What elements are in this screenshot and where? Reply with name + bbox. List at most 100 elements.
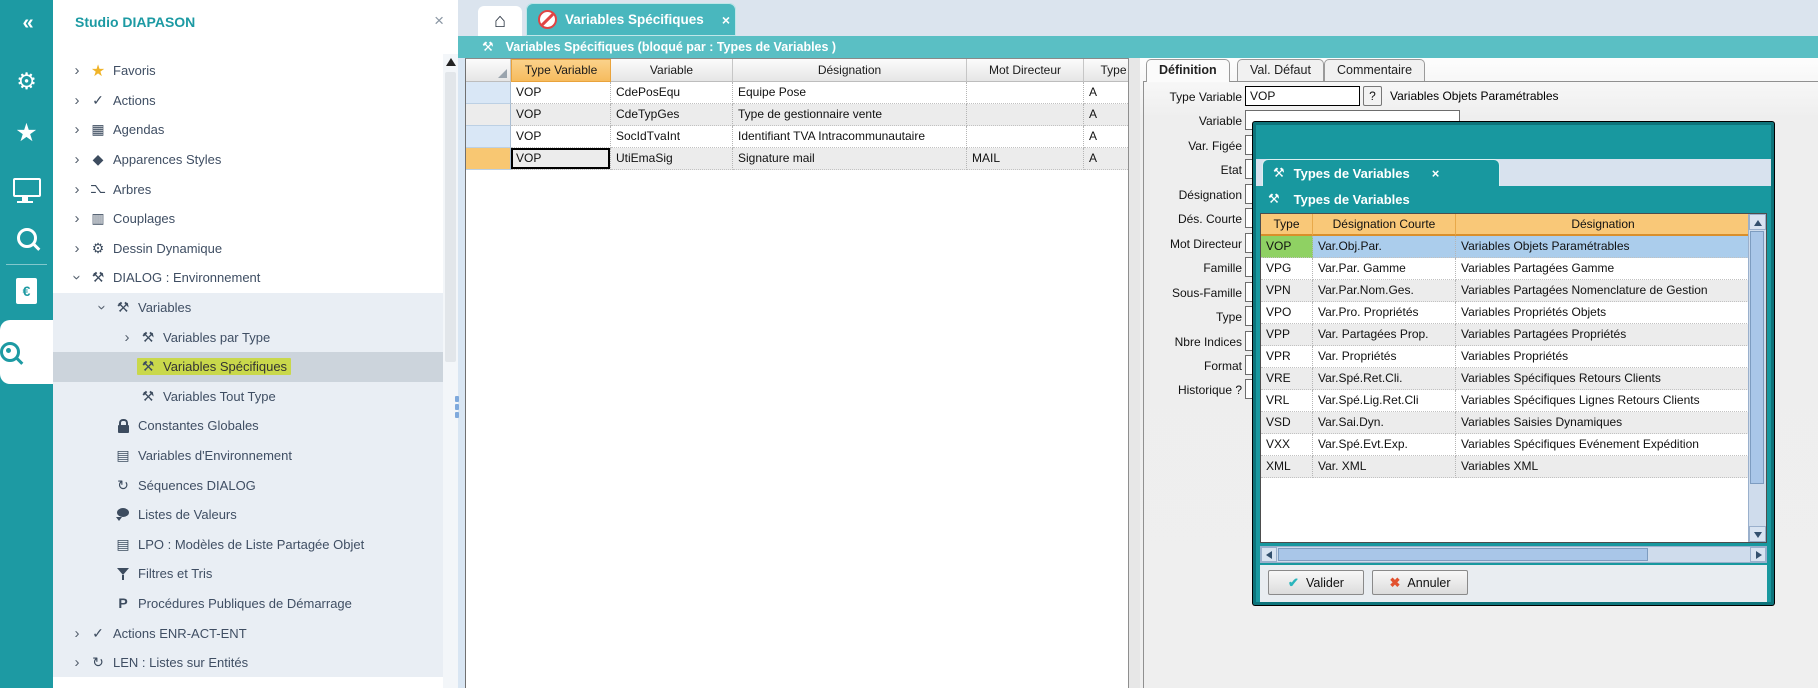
cell[interactable]: A <box>1084 104 1129 126</box>
sidebar-splitter-handle[interactable] <box>455 394 460 424</box>
sidebar-item-s-quences-dialog[interactable]: ↻Séquences DIALOG <box>53 470 443 500</box>
sidebar-scrollbar[interactable] <box>443 54 458 688</box>
cell[interactable]: Var.Par. Gamme <box>1313 258 1456 280</box>
vertical-scrollbar[interactable] <box>1748 214 1766 542</box>
collapse-sidebar-icon[interactable]: « <box>0 12 53 35</box>
cell[interactable]: Var. Partagées Prop. <box>1313 324 1456 346</box>
cell[interactable]: Variables Partagées Propriétés <box>1456 324 1751 346</box>
sidebar-item-variables-d-environnement[interactable]: ▤Variables d'Environnement <box>53 441 443 471</box>
cell[interactable]: Type de gestionnaire vente <box>733 104 967 126</box>
cell[interactable]: Variables Spécifiques Lignes Retours Cli… <box>1456 390 1751 412</box>
favorites-star-icon[interactable]: ★ <box>0 118 53 148</box>
sidebar-item-agendas[interactable]: ›▦Agendas <box>53 115 443 145</box>
row-selector-cell[interactable] <box>466 126 511 148</box>
column-header-type-variable[interactable]: Type Variable <box>511 59 611 82</box>
tab-definition[interactable]: Définition <box>1146 59 1230 82</box>
cell[interactable]: VOP <box>1261 236 1313 258</box>
cell[interactable]: Var. XML <box>1313 456 1456 478</box>
cell[interactable]: Signature mail <box>733 148 967 170</box>
sidebar-item-variables-par-type[interactable]: ›⚒Variables par Type <box>53 322 443 352</box>
cell[interactable]: A <box>1084 148 1129 170</box>
tab-val-defaut[interactable]: Val. Défaut <box>1237 59 1324 81</box>
sidebar-item-variables-tout-type[interactable]: ⚒Variables Tout Type <box>53 382 443 412</box>
cell[interactable]: VPO <box>1261 302 1313 324</box>
cell[interactable]: Var.Spé.Evt.Exp. <box>1313 434 1456 456</box>
tab-close-icon[interactable]: × <box>722 12 730 28</box>
cell[interactable]: VPP <box>1261 324 1313 346</box>
dialog-tab[interactable]: ⚒ Types de Variables × <box>1262 159 1500 186</box>
scroll-left-button[interactable] <box>1261 547 1277 562</box>
grid-left-scrollstrip[interactable] <box>458 58 465 688</box>
annuler-button[interactable]: ✖ Annuler <box>1372 570 1468 595</box>
type-row-vxx[interactable]: VXXVar.Spé.Evt.Exp.Variables Spécifiques… <box>1261 434 1766 456</box>
scroll-up-button[interactable] <box>1749 214 1766 230</box>
cell[interactable]: Var.Spé.Ret.Cli. <box>1313 368 1456 390</box>
type-row-vpo[interactable]: VPOVar.Pro. PropriétésVariables Propriét… <box>1261 302 1766 324</box>
cell[interactable]: CdePosEqu <box>611 82 733 104</box>
scrollbar-thumb[interactable] <box>445 72 456 362</box>
select-all-corner-cell[interactable] <box>466 59 511 82</box>
sidebar-item-proc-dures-publiques-de-d-marrage[interactable]: PProcédures Publiques de Démarrage <box>53 589 443 619</box>
cell[interactable]: Variables Saisies Dynamiques <box>1456 412 1751 434</box>
sidebar-item-arbres[interactable]: ›⌥Arbres <box>53 174 443 204</box>
cell[interactable]: Variables Spécifiques Evénement Expéditi… <box>1456 434 1751 456</box>
sidebar-item-variables[interactable]: ›⚒Variables <box>53 293 443 323</box>
type-variable-input[interactable]: VOP <box>1245 86 1360 106</box>
horizontal-scrollbar[interactable] <box>1260 546 1767 563</box>
cell[interactable]: VPN <box>1261 280 1313 302</box>
type-row-vrl[interactable]: VRLVar.Spé.Lig.Ret.CliVariables Spécifiq… <box>1261 390 1766 412</box>
cell[interactable]: Variables Spécifiques Retours Clients <box>1456 368 1751 390</box>
cell[interactable] <box>967 126 1084 148</box>
cell[interactable]: VOP <box>511 148 611 170</box>
cell[interactable]: Var.Spé.Lig.Ret.Cli <box>1313 390 1456 412</box>
euro-document-icon[interactable]: € <box>0 278 53 304</box>
expander-collapsed-icon[interactable]: › <box>67 240 87 257</box>
cell[interactable]: Variables Partagées Gamme <box>1456 258 1751 280</box>
column-header-variable[interactable]: Variable <box>611 59 733 82</box>
sidebar-item-dialog-environnement[interactable]: ›⚒DIALOG : Environnement <box>53 263 443 293</box>
type-row-vpp[interactable]: VPPVar. Partagées Prop.Variables Partagé… <box>1261 324 1766 346</box>
column-header-d-signation[interactable]: Désignation <box>733 59 967 82</box>
cell[interactable]: Variables Propriétés <box>1456 346 1751 368</box>
search-icon[interactable] <box>0 228 53 254</box>
cell[interactable]: VSD <box>1261 412 1313 434</box>
column-header-type[interactable]: Type <box>1084 59 1129 82</box>
expander-collapsed-icon[interactable]: › <box>67 92 87 109</box>
sidebar-item-apparences-styles[interactable]: ›◆Apparences Styles <box>53 145 443 175</box>
cell[interactable]: SocIdTvaInt <box>611 126 733 148</box>
row-selector-cell[interactable] <box>466 82 511 104</box>
expander-collapsed-icon[interactable]: › <box>67 654 87 671</box>
expander-expanded-icon[interactable]: › <box>69 268 86 288</box>
column-header-d-signation-courte[interactable]: Désignation Courte <box>1313 214 1456 236</box>
expander-collapsed-icon[interactable]: › <box>67 62 87 79</box>
cell[interactable]: VOP <box>511 82 611 104</box>
cell[interactable]: Var. Propriétés <box>1313 346 1456 368</box>
cell[interactable]: Variables Propriétés Objets <box>1456 302 1751 324</box>
table-row[interactable]: VOPCdeTypGesType de gestionnaire venteA <box>466 104 1128 126</box>
expander-collapsed-icon[interactable]: › <box>67 151 87 168</box>
cell[interactable]: A <box>1084 82 1129 104</box>
cell[interactable]: Var.Obj.Par. <box>1313 236 1456 258</box>
sidebar-item-variables-sp-cifiques[interactable]: ⚒Variables Spécifiques <box>53 352 443 382</box>
cell[interactable]: CdeTypGes <box>611 104 733 126</box>
dialog-close-icon[interactable]: × <box>1432 166 1440 181</box>
cell[interactable]: Identifiant TVA Intracommunautaire <box>733 126 967 148</box>
tab-home[interactable]: ⌂ <box>478 6 522 36</box>
sidebar-item-favoris[interactable]: ›★Favoris <box>53 56 443 86</box>
cell[interactable]: Variables Partagées Nomenclature de Gest… <box>1456 280 1751 302</box>
type-row-vpn[interactable]: VPNVar.Par.Nom.Ges.Variables Partagées N… <box>1261 280 1766 302</box>
cell[interactable]: Variables Objets Paramétrables <box>1456 236 1751 258</box>
expander-expanded-icon[interactable]: › <box>94 298 111 318</box>
cell[interactable]: VOP <box>511 126 611 148</box>
scrollbar-thumb[interactable] <box>1750 231 1764 484</box>
cell[interactable]: VRE <box>1261 368 1313 390</box>
cell[interactable]: Var.Sai.Dyn. <box>1313 412 1456 434</box>
cell[interactable]: UtiEmaSig <box>611 148 733 170</box>
cell[interactable]: XML <box>1261 456 1313 478</box>
expander-collapsed-icon[interactable]: › <box>67 181 87 198</box>
sidebar-item-actions[interactable]: ›✓Actions <box>53 86 443 116</box>
sidebar-item-listes-de-valeurs[interactable]: Listes de Valeurs <box>53 500 443 530</box>
tab-variables-specifiques[interactable]: Variables Spécifiques × <box>526 3 736 36</box>
sidebar-item-actions-enr-act-ent[interactable]: ›✓Actions ENR-ACT-ENT <box>53 618 443 648</box>
modules-gear-icon[interactable]: ⚙ <box>0 68 53 95</box>
